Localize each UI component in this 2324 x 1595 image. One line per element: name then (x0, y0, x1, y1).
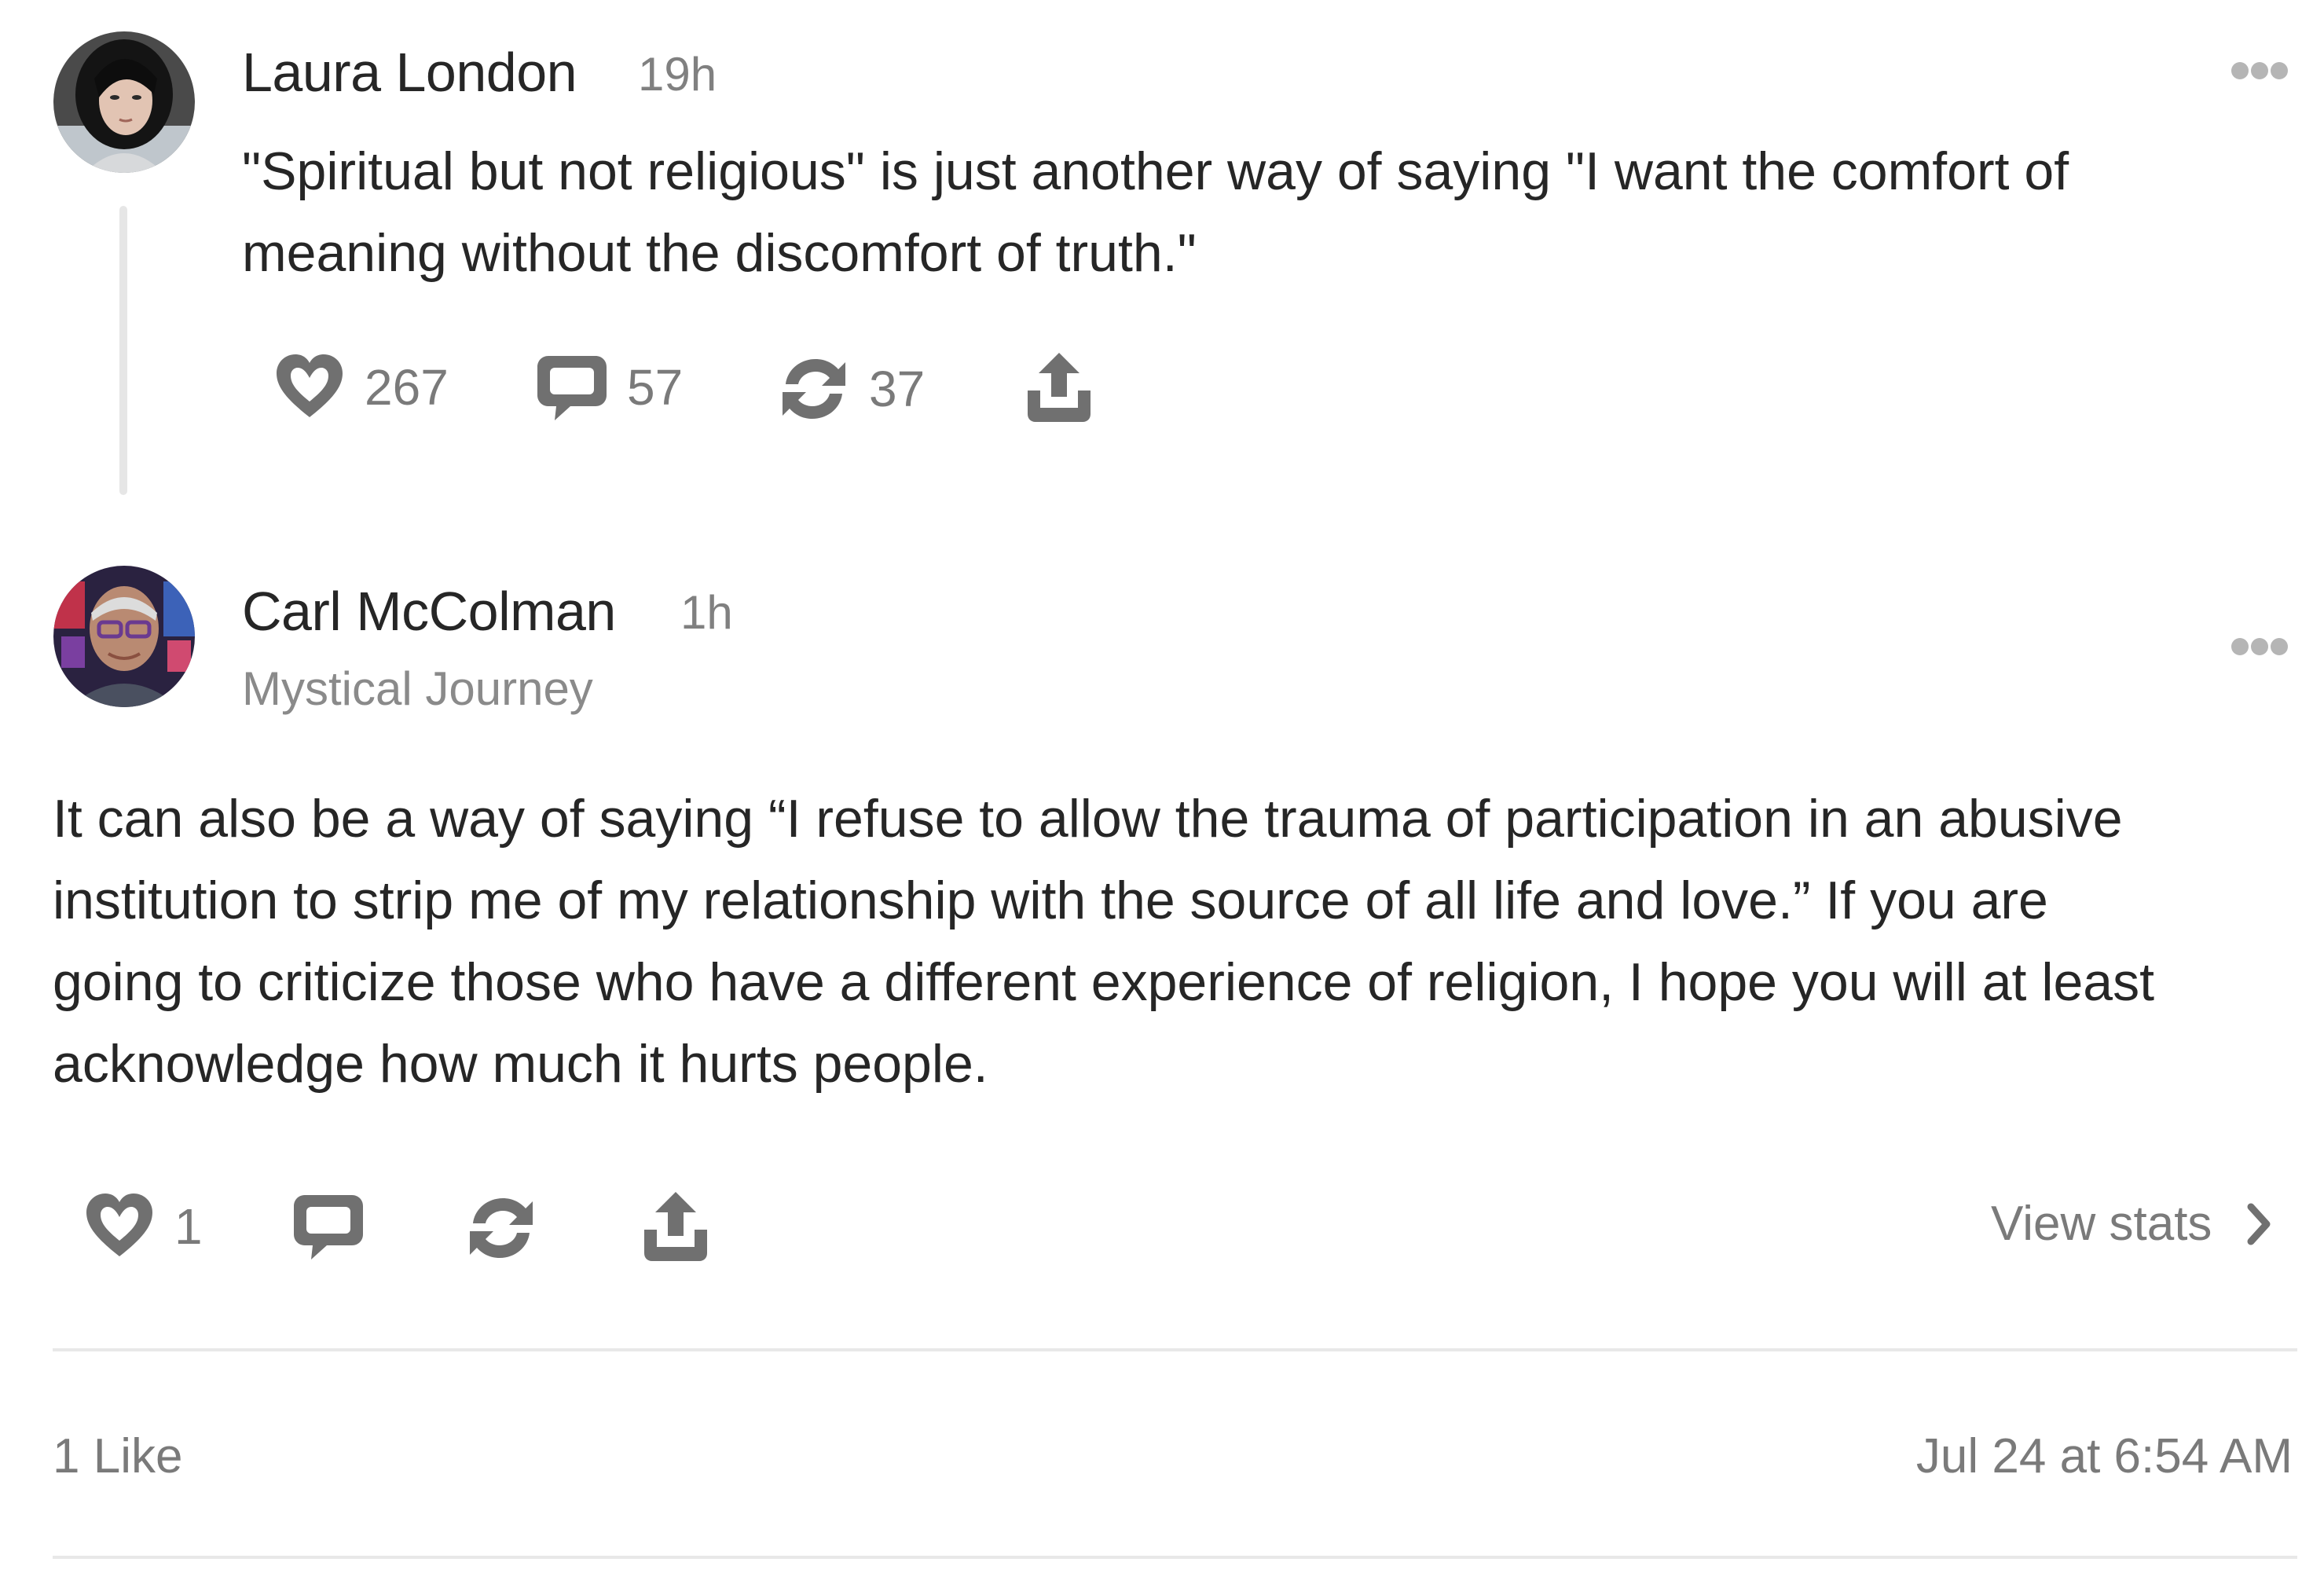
publication-name[interactable]: Mystical Journey (242, 662, 593, 716)
reply-text-line: institution to strip me of my relationsh… (53, 871, 2048, 930)
comment-count: 57 (627, 359, 684, 416)
reply-text: It can also be a way of saying “I refuse… (53, 778, 2300, 1105)
author-name[interactable]: Laura London (242, 41, 577, 104)
restack-icon (470, 1198, 533, 1258)
share-button[interactable] (1021, 344, 1097, 431)
more-icon[interactable] (2230, 635, 2289, 658)
thread-line (119, 206, 127, 495)
reply-text-line: acknowledge how much it hurts people. (53, 1034, 988, 1094)
view-stats-label: View stats (1991, 1197, 2212, 1251)
post-timestamp[interactable]: 1h (680, 585, 733, 640)
comment-icon (537, 356, 607, 420)
post-text: "Spiritual but not religious" is just an… (242, 130, 2285, 294)
divider (53, 1556, 2297, 1559)
share-icon (644, 1192, 707, 1261)
more-icon[interactable] (2230, 59, 2289, 82)
avatar-carl-mccolman[interactable] (53, 566, 195, 707)
restack-icon (783, 359, 845, 419)
share-button[interactable] (638, 1183, 713, 1270)
reply-text-line: It can also be a way of saying “I refuse… (53, 789, 2123, 849)
restack-count: 37 (869, 361, 926, 417)
post-timestamp[interactable]: 19h (638, 47, 717, 101)
post-text-line: "Spiritual but not religious" is just an… (242, 141, 2069, 201)
like-count: 1 (174, 1198, 203, 1255)
heart-icon (86, 1194, 152, 1256)
like-button[interactable]: 267 (272, 344, 449, 431)
comment-button[interactable]: 57 (534, 344, 683, 431)
like-button[interactable]: 1 (82, 1183, 203, 1270)
post-date: Jul 24 at 6:54 AM (1915, 1429, 2293, 1483)
comment-icon (294, 1195, 363, 1260)
restack-button[interactable]: 37 (776, 346, 925, 432)
restack-button[interactable] (464, 1185, 539, 1271)
heart-icon (277, 354, 343, 417)
divider (53, 1348, 2297, 1351)
like-count: 267 (365, 359, 449, 416)
author-name[interactable]: Carl McColman (242, 580, 616, 643)
avatar-image (53, 566, 195, 707)
share-icon (1028, 353, 1091, 422)
chevron-right-icon (2247, 1203, 2271, 1245)
comment-button[interactable] (291, 1183, 366, 1270)
likes-summary[interactable]: 1 Like (53, 1428, 182, 1484)
avatar-image (53, 31, 195, 173)
view-stats-button[interactable]: View stats (1991, 1196, 2275, 1252)
avatar-laura-london[interactable] (53, 31, 195, 173)
reply-text-line: going to criticize those who have a diff… (53, 952, 2154, 1012)
post-text-line: meaning without the discomfort of truth.… (242, 223, 1197, 283)
